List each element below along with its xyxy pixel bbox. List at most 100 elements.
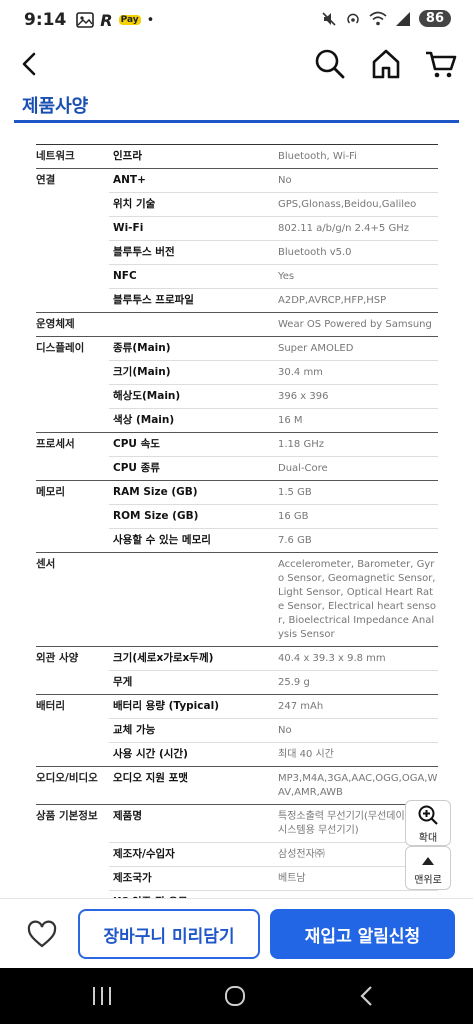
status-time: 9:14	[24, 10, 67, 30]
spec-row: NFC Yes	[109, 264, 438, 288]
back-arrow-icon[interactable]	[14, 48, 46, 80]
cart-icon[interactable]	[423, 46, 459, 82]
spec-table: 네트워크 인프라 Bluetooth, Wi-Fi 연결 ANT+ No 위치 기술 GPS,…	[36, 144, 438, 938]
spec-row: 사용할 수 있는 메모리 7.6 GB	[109, 528, 438, 552]
spec-value: Dual-Core	[278, 463, 328, 474]
spec-key: 사용할 수 있는 메모리	[113, 534, 211, 546]
spec-row: 배터리 용량 (Typical) 247 mAh	[109, 695, 438, 718]
spec-row: 오디오 지원 포맷 MP3,M4A,3GA,AAC,OGG,OGA,WAV,AMR…	[109, 767, 438, 804]
spec-key: 크기(세로x가로x두께)	[113, 652, 214, 664]
spec-group: 디스플레이 종류(Main) Super AMOLED 크기(Main) 30.4 mm…	[36, 336, 438, 432]
spec-row: CPU 종류 Dual-Core	[109, 456, 438, 480]
spec-row: Wear OS Powered by Samsung	[109, 313, 438, 336]
spec-row: 무게 25.9 g	[109, 670, 438, 694]
spec-row: 해상도(Main) 396 x 396	[109, 384, 438, 408]
spec-category: 프로세서	[36, 438, 75, 450]
spec-group: 오디오/비디오 오디오 지원 포맷 MP3,M4A,3GA,AAC,OGG,OGA,…	[36, 766, 438, 804]
scroll-top-button[interactable]: 맨위로	[405, 846, 451, 890]
spec-row: RAM Size (GB) 1.5 GB	[109, 481, 438, 504]
spec-value: 16 GB	[278, 511, 309, 522]
spec-key: 오디오 지원 포맷	[113, 772, 188, 784]
zoom-label: 확대	[418, 833, 438, 844]
spec-key: 색상 (Main)	[113, 414, 175, 426]
spec-value: 16 M	[278, 415, 303, 426]
spec-row: Accelerometer, Barometer, Gyro Sensor, G…	[109, 553, 438, 646]
heart-icon[interactable]	[26, 919, 58, 951]
spec-row: 블루투스 버전 Bluetooth v5.0	[109, 240, 438, 264]
spec-category: 운영체제	[36, 318, 75, 330]
spec-row: 위치 기술 GPS,Glonass,Beidou,Galileo	[109, 192, 438, 216]
spec-key: CPU 속도	[113, 438, 160, 450]
page-title-section: 제품사양	[14, 92, 459, 123]
spec-category: 배터리	[36, 700, 65, 712]
spec-row: CPU 속도 1.18 GHz	[109, 433, 438, 456]
spec-key: 블루투스 버전	[113, 246, 175, 258]
page-title: 제품사양	[22, 96, 89, 117]
spec-key: CPU 종류	[113, 462, 160, 474]
spec-group: 네트워크 인프라 Bluetooth, Wi-Fi	[36, 144, 438, 168]
spec-row: 종류(Main) Super AMOLED	[109, 337, 438, 360]
gallery-icon	[76, 12, 95, 28]
spec-value: 25.9 g	[278, 677, 310, 688]
scroll-top-label: 맨위로	[414, 875, 442, 886]
spec-key: NFC	[113, 270, 137, 282]
top-bar	[0, 40, 473, 92]
home-circle-icon[interactable]	[223, 984, 247, 1008]
spec-row: ROM Size (GB) 16 GB	[109, 504, 438, 528]
nav-back-icon[interactable]	[357, 985, 377, 1007]
spec-value: Accelerometer, Barometer, Gyro Sensor, G…	[278, 559, 436, 640]
spec-key: 해상도(Main)	[113, 390, 181, 402]
spec-group: 연결 ANT+ No 위치 기술 GPS,Glonass,Beidou,Galileo W…	[36, 168, 438, 312]
spec-key: Wi-Fi	[113, 222, 144, 234]
spec-value: 1.5 GB	[278, 487, 312, 498]
spec-value: MP3,M4A,3GA,AAC,OGG,OGA,WAV,AMR,AWB	[278, 773, 438, 798]
add-to-cart-button[interactable]: 장바구니 미리담기	[78, 909, 260, 959]
spec-row: 인프라 Bluetooth, Wi-Fi	[109, 145, 438, 168]
spec-group: 배터리 배터리 용량 (Typical) 247 mAh 교체 가능 No 사용 시간 (…	[36, 694, 438, 766]
spec-value: 247 mAh	[278, 701, 324, 712]
spec-row: Wi-Fi 802.11 a/b/g/n 2.4+5 GHz	[109, 216, 438, 240]
notification-dot-icon: •	[146, 12, 155, 28]
spec-value: Yes	[278, 271, 295, 282]
spec-category: 메모리	[36, 486, 65, 498]
spec-value: 802.11 a/b/g/n 2.4+5 GHz	[278, 223, 409, 234]
recent-apps-icon[interactable]	[90, 985, 114, 1007]
spec-category: 외관 사양	[36, 652, 79, 664]
spec-value: A2DP,AVRCP,HFP,HSP	[278, 295, 387, 306]
restock-alert-button[interactable]: 재입고 알림신청	[270, 909, 455, 959]
spec-value: 1.18 GHz	[278, 439, 324, 450]
spec-key	[109, 313, 278, 336]
spec-value: 7.6 GB	[278, 535, 312, 546]
spec-row: 제조국가 베트남	[109, 866, 438, 890]
spec-value: Bluetooth, Wi-Fi	[278, 151, 357, 162]
spec-key: 제조국가	[113, 872, 152, 884]
hotspot-icon	[347, 13, 359, 24]
spec-key	[109, 553, 278, 646]
spec-category: 센서	[36, 558, 56, 570]
spec-value: 396 x 396	[278, 391, 329, 402]
spec-value: No	[278, 725, 292, 736]
search-icon[interactable]	[312, 46, 348, 82]
wifi-icon	[369, 11, 387, 25]
spec-row: 크기(Main) 30.4 mm	[109, 360, 438, 384]
spec-value: No	[278, 175, 292, 186]
zoom-button[interactable]: 확대	[405, 800, 451, 846]
spec-value: Bluetooth v5.0	[278, 247, 352, 258]
home-icon[interactable]	[368, 46, 404, 82]
arrow-up-icon	[422, 857, 434, 865]
mute-icon	[322, 11, 336, 26]
spec-row: 제품명 특정소출력 무선기기(무선데이터통신시스템용 무선기기)	[109, 805, 438, 842]
spec-row: ANT+ No	[109, 169, 438, 192]
system-nav-bar	[0, 968, 473, 1024]
spec-group: 센서 Accelerometer, Barometer, Gyro Sensor,…	[36, 552, 438, 646]
spec-key: ANT+	[113, 174, 146, 186]
spec-row: 교체 가능 No	[109, 718, 438, 742]
spec-key: ROM Size (GB)	[113, 510, 199, 522]
spec-group: 외관 사양 크기(세로x가로x두께) 40.4 x 39.3 x 9.8 mm 무게 2…	[36, 646, 438, 694]
spec-key: 블루투스 프로파일	[113, 294, 194, 306]
spec-key: 위치 기술	[113, 198, 156, 210]
spec-row: 제조자/수입자 삼성전자㈜	[109, 842, 438, 866]
spec-category: 연결	[36, 174, 56, 186]
zoom-in-icon	[418, 805, 438, 825]
spec-group: 메모리 RAM Size (GB) 1.5 GB ROM Size (GB) 16 GB…	[36, 480, 438, 552]
